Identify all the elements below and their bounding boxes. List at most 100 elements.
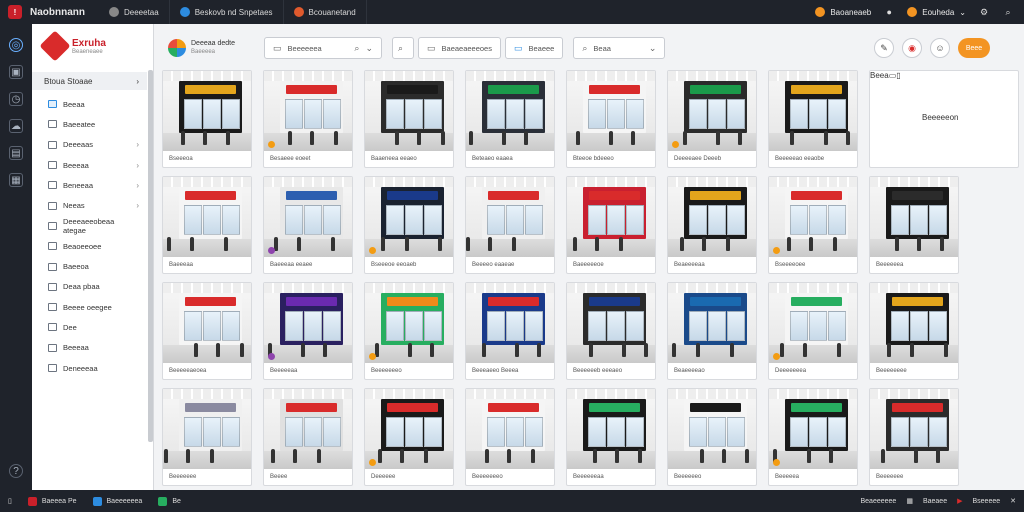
sidebar-item-label: Beeeaa	[63, 160, 89, 170]
tab-3[interactable]: Bcouanetand	[284, 0, 367, 24]
sidebar-item[interactable]: Deeeaas ›	[32, 135, 153, 155]
status-item-1[interactable]: Beaeeeeee	[861, 498, 897, 505]
close-icon[interactable]: ✕	[1010, 497, 1016, 505]
image-card[interactable]: Besaeee eoeet	[263, 70, 353, 168]
sidebar-item-label: Baeeatee	[63, 119, 96, 129]
image-card[interactable]: Bseeeoe eeoaeb	[364, 176, 454, 274]
status-badge	[369, 247, 376, 254]
filter-dropdown-1[interactable]: ▭ Baeaeaeeeoes	[418, 37, 501, 59]
image-card[interactable]: Beeeeeeo	[667, 388, 757, 486]
bottom-app-1[interactable]: Baeeea Pe	[20, 496, 85, 506]
app-logo[interactable]: !	[0, 0, 30, 24]
settings-icon[interactable]: ⚙	[978, 6, 990, 18]
sidebar-section-label: Btoua Stoaae	[44, 76, 93, 86]
card-caption-text: Beeeeeeaa	[573, 474, 604, 480]
feature-card[interactable]: Beeeeeon Beea▭▯	[869, 70, 1019, 168]
folder-icon	[48, 221, 57, 230]
image-card[interactable]: Beeeeeea	[869, 176, 959, 274]
help-icon[interactable]: ?	[9, 464, 23, 478]
image-card[interactable]: Beteaeo eaaea	[465, 70, 555, 168]
image-card[interactable]: Beeeeeaeoea	[162, 282, 252, 380]
youtube-icon[interactable]: ▶	[957, 497, 962, 505]
sidebar-header: Exruha Beaeneaee	[32, 24, 153, 68]
notification-icon[interactable]: ●	[883, 6, 895, 18]
search-icon[interactable]: ⌕	[1002, 6, 1014, 18]
sidebar-item[interactable]: Beeee oeegee	[32, 297, 153, 317]
shield-icon	[179, 7, 190, 17]
search-input[interactable]: ▭ Beeeeeea ⌕ ⌄	[264, 37, 382, 59]
sidebar-item[interactable]: Baeeoa	[32, 256, 153, 276]
tab-1[interactable]: Deeeetaa	[99, 0, 170, 24]
image-card[interactable]: Beeeeeeeo	[364, 282, 454, 380]
user-menu[interactable]: Baoaneaeb	[815, 7, 871, 17]
grid-icon[interactable]: ▦	[906, 497, 913, 505]
face-icon[interactable]: ☺	[930, 38, 950, 58]
image-card[interactable]: Beeeeeeaa	[566, 388, 656, 486]
sidebar-item[interactable]: Beneeaa ›	[32, 175, 153, 195]
sidebar-item[interactable]: Neeas ›	[32, 195, 153, 215]
store-thumbnail	[668, 389, 756, 469]
image-card[interactable]: Bseeeeoee	[768, 176, 858, 274]
image-card[interactable]: Deeeeaee Deeeb	[667, 70, 757, 168]
image-card[interactable]: Beeeeo eaaeae	[465, 176, 555, 274]
image-card[interactable]: Beeeeeaa	[263, 282, 353, 380]
image-card[interactable]: Beeeeea	[768, 388, 858, 486]
image-card[interactable]: Beeee	[263, 388, 353, 486]
status-item-3[interactable]: Bseeeee	[972, 498, 1000, 505]
image-card[interactable]: Beaeeeeao	[667, 282, 757, 380]
card-caption-text: Deeeeee	[371, 474, 396, 480]
image-card[interactable]: Deeeeee	[364, 388, 454, 486]
sidebar-scrollbar[interactable]	[148, 70, 153, 442]
sidebar-item[interactable]: Beaoeeoee	[32, 236, 153, 256]
image-card[interactable]: Beeeeeeeo	[465, 388, 555, 486]
filter-dropdown-2[interactable]: ▭ Beaeee	[504, 37, 564, 59]
image-card[interactable]: Bteeoe bdeeeo	[566, 70, 656, 168]
sort-dropdown[interactable]: ⌕ Beaa ⌄	[573, 37, 666, 59]
card-caption: Beaeeeeaa	[668, 257, 756, 273]
image-card[interactable]: Beeeeeao eeaobe	[768, 70, 858, 168]
sidebar-item[interactable]: Dee	[32, 317, 153, 337]
chat-icon[interactable]: ▤	[9, 146, 23, 160]
image-card[interactable]: Beeeeeee	[869, 388, 959, 486]
sidebar-item[interactable]: Baeeatee	[32, 114, 153, 134]
sidebar-section-header[interactable]: Btoua Stoaae ›	[32, 72, 147, 90]
image-icon[interactable]: ▣	[9, 65, 23, 79]
status-item-2[interactable]: Baeaee	[923, 498, 947, 505]
sidebar-title: Exruha	[72, 37, 106, 49]
search-icon: ⌕	[582, 42, 588, 53]
account-menu[interactable]: Eouheda ⌄	[907, 7, 966, 17]
cloud-icon[interactable]: ☁	[9, 119, 23, 133]
sidebar-item[interactable]: Beeeaa ›	[32, 155, 153, 175]
sidebar-item[interactable]: Deaa pbaa	[32, 277, 153, 297]
image-card[interactable]: Baeeeaa eeaee	[263, 176, 353, 274]
clock-icon[interactable]: ◷	[9, 92, 23, 106]
action-button[interactable]: Beee	[958, 38, 990, 58]
bottom-app-2[interactable]: Baeeeeeea	[85, 496, 151, 506]
image-card[interactable]: Deeeeeeea	[768, 282, 858, 380]
main-area: Deeeaa dedte Baeeeea ▭ Beeeeeea ⌕ ⌄ ⌕ ▭ Ba…	[154, 24, 1024, 490]
image-card[interactable]: Baeeeaa	[162, 176, 252, 274]
image-card[interactable]: Beeeaeeo Beeea	[465, 282, 555, 380]
bookmark-icon[interactable]: ▯	[896, 71, 900, 80]
image-card[interactable]: Bseeeoa	[162, 70, 252, 168]
sidebar-item[interactable]: Deeeaeeobeaa ategae	[32, 216, 153, 236]
edit-icon[interactable]: ✎	[874, 38, 894, 58]
sidebar-item[interactable]: Beeeaa	[32, 338, 153, 358]
home-icon[interactable]: ◎	[9, 38, 23, 52]
bottom-app-3[interactable]: Be	[150, 496, 189, 506]
image-card[interactable]: Beeeeeeee	[869, 282, 959, 380]
image-card[interactable]: Beeeeeee	[162, 388, 252, 486]
store-thumbnail	[264, 71, 352, 151]
record-icon[interactable]: ◉	[902, 38, 922, 58]
sidebar-item[interactable]: Deneeeaa	[32, 358, 153, 378]
panel-toggle-icon[interactable]: ▯	[0, 497, 20, 505]
image-card[interactable]: Beeeeeeb eeeaeo	[566, 282, 656, 380]
image-card[interactable]: Baaeneea eeaeo	[364, 70, 454, 168]
book-icon[interactable]: ▦	[9, 173, 23, 187]
store-thumbnail	[163, 389, 251, 469]
image-card[interactable]: Baeeeeeoe	[566, 176, 656, 274]
tab-2[interactable]: Beskovb nd Snpetaes	[170, 0, 284, 24]
image-card[interactable]: Beaeeeeaa	[667, 176, 757, 274]
sidebar-item[interactable]: Beeaa	[32, 94, 153, 114]
search-button[interactable]: ⌕	[392, 37, 414, 59]
